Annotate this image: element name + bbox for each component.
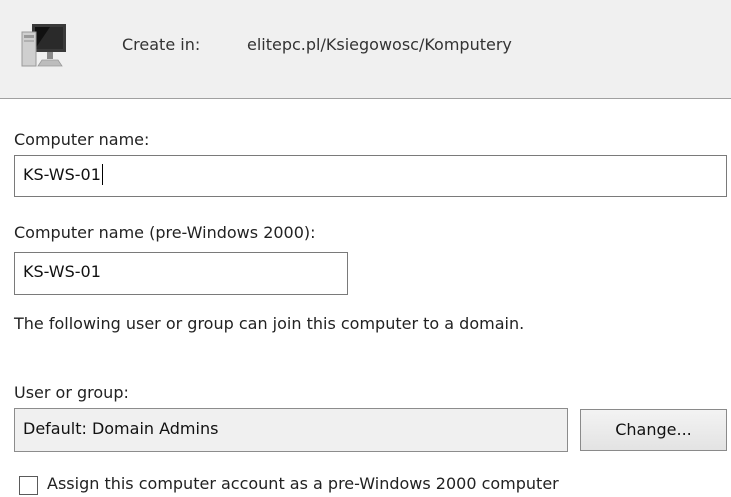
dialog-header: Create in: elitepc.pl/Ksiegowosc/Kompute… (0, 0, 731, 98)
user-or-group-value: Default: Domain Admins (23, 419, 219, 438)
computer-name-label: Computer name: (14, 130, 150, 149)
create-in-path: elitepc.pl/Ksiegowosc/Komputery (247, 35, 512, 54)
pre2000-name-input[interactable]: KS-WS-01 (14, 252, 348, 295)
pre2000-name-label: Computer name (pre-Windows 2000): (14, 223, 316, 242)
computer-name-value: KS-WS-01 (23, 165, 101, 184)
text-caret (101, 163, 103, 185)
user-or-group-field: Default: Domain Admins (14, 408, 568, 452)
computer-name-input[interactable]: KS-WS-01 (14, 155, 727, 197)
join-note: The following user or group can join thi… (14, 314, 525, 333)
user-or-group-label: User or group: (14, 383, 129, 402)
computer-icon (21, 24, 66, 67)
header-divider-highlight (0, 99, 731, 100)
assign-pre2000-checkbox-label[interactable]: Assign this computer account as a pre-Wi… (47, 474, 559, 493)
create-in-label: Create in: (122, 35, 201, 54)
change-button[interactable]: Change... (580, 409, 727, 451)
pre2000-name-value: KS-WS-01 (23, 262, 101, 281)
assign-pre2000-checkbox[interactable] (19, 476, 38, 495)
